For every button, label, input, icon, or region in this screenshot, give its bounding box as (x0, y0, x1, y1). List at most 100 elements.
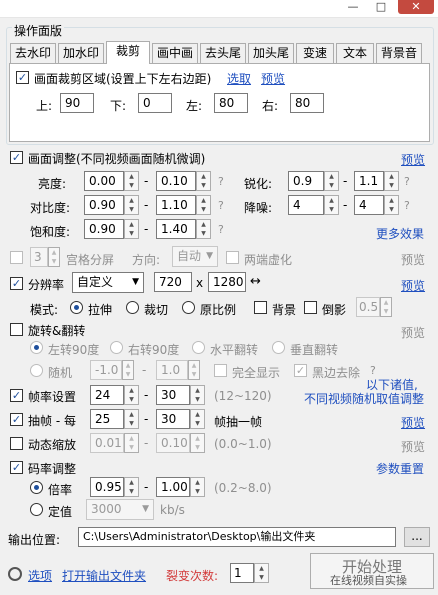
crop-select-link[interactable]: 选取 (227, 70, 251, 87)
help-icon[interactable]: ? (218, 223, 224, 236)
crop-preview-link[interactable]: 预览 (261, 70, 285, 87)
reflection-input[interactable]: 0.5 (356, 297, 380, 317)
gear-icon[interactable] (8, 567, 22, 581)
zoom-preview-link[interactable]: 预览 (401, 438, 425, 455)
reflection-spinner[interactable]: ▲ ▼ (380, 297, 392, 317)
brightness-min-spinner[interactable]: ▲ ▼ (124, 171, 139, 191)
split-count-spinner[interactable]: ▲ ▼ (254, 563, 269, 583)
frame-drop-max-input[interactable]: 30 (156, 409, 190, 429)
contrast-max-spinner[interactable]: ▲ ▼ (196, 195, 211, 215)
maximize-button[interactable]: □ (368, 0, 394, 14)
browse-button[interactable]: ... (404, 527, 430, 547)
crop-left-input[interactable]: 80 (214, 93, 248, 113)
tab-crop[interactable]: 裁剪 (106, 41, 150, 64)
tab-add-watermark[interactable]: 加水印 (58, 43, 104, 63)
tab-speed[interactable]: 变速 (296, 43, 334, 63)
random-max-input[interactable]: 1.0 (156, 360, 188, 380)
tab-picture-in-picture[interactable]: 画中画 (152, 43, 198, 63)
saturation-max-spinner[interactable]: ▲ ▼ (196, 219, 211, 239)
tab-background-music[interactable]: 背景音 (376, 43, 422, 63)
fps-min-spinner[interactable]: ▲ ▼ (124, 385, 139, 405)
options-link[interactable]: 选项 (28, 567, 52, 584)
split-count-input[interactable]: 1 (230, 563, 254, 583)
sharpen-min-spinner[interactable]: ▲ ▼ (324, 171, 339, 191)
crop-checkbox[interactable]: ✓ (16, 71, 29, 84)
black-edge-checkbox[interactable]: ✓ (294, 364, 307, 377)
crop-radio[interactable] (126, 301, 139, 314)
resolution-mode-select[interactable]: 自定义 ▼ (72, 272, 144, 293)
zoom-min-spinner[interactable]: ▲ ▼ (124, 433, 139, 453)
contrast-min-input[interactable]: 0.90 (84, 195, 124, 215)
grid-count-input[interactable]: 3 (30, 247, 48, 267)
frame-drop-min-spinner[interactable]: ▲ ▼ (124, 409, 139, 429)
rotate-checkbox[interactable] (10, 323, 23, 336)
bitrate-max-spinner[interactable]: ▲ ▼ (190, 477, 205, 497)
background-checkbox[interactable] (254, 301, 267, 314)
adjust-preview-link[interactable]: 预览 (401, 151, 425, 168)
tab-remove-watermark[interactable]: 去水印 (10, 43, 56, 63)
tab-add-head-tail[interactable]: 加头尾 (248, 43, 294, 63)
denoise-max-spinner[interactable]: ▲ ▼ (384, 195, 399, 215)
fps-checkbox[interactable]: ✓ (10, 389, 23, 402)
zoom-max-spinner[interactable]: ▲ ▼ (190, 433, 205, 453)
crop-bottom-input[interactable]: 0 (138, 93, 172, 113)
crop-right-input[interactable]: 80 (290, 93, 324, 113)
random-min-input[interactable]: -1.0 (90, 360, 122, 380)
reflection-checkbox[interactable] (304, 301, 317, 314)
denoise-max-input[interactable]: 4 (354, 195, 384, 215)
grid-checkbox[interactable] (10, 251, 23, 264)
swap-icon[interactable]: ↔ (250, 274, 261, 289)
bitrate-min-spinner[interactable]: ▲ ▼ (124, 477, 139, 497)
frame-drop-checkbox[interactable]: ✓ (10, 413, 23, 426)
frame-drop-min-input[interactable]: 25 (90, 409, 124, 429)
bitrate-multiplier-radio[interactable] (30, 481, 43, 494)
sharpen-max-input[interactable]: 1.1 (354, 171, 384, 191)
grid-count-spinner[interactable]: ▲ ▼ (48, 247, 60, 267)
help-icon[interactable]: ? (404, 199, 410, 212)
stretch-radio[interactable] (70, 301, 83, 314)
ratio-radio[interactable] (182, 301, 195, 314)
brightness-max-spinner[interactable]: ▲ ▼ (196, 171, 211, 191)
bitrate-checkbox[interactable]: ✓ (10, 461, 23, 474)
bitrate-min-input[interactable]: 0.95 (90, 477, 124, 497)
resolution-preview-link[interactable]: 预览 (401, 277, 425, 294)
help-icon[interactable]: ? (218, 175, 224, 188)
brightness-min-input[interactable]: 0.00 (84, 171, 124, 191)
more-effects-link[interactable]: 更多效果 (376, 225, 424, 242)
grid-direction-select[interactable]: 自动 ▼ (172, 246, 218, 267)
random-radio[interactable] (30, 364, 43, 377)
hflip-radio[interactable] (192, 341, 205, 354)
fps-min-input[interactable]: 24 (90, 385, 124, 405)
denoise-min-spinner[interactable]: ▲ ▼ (324, 195, 339, 215)
frame-drop-max-spinner[interactable]: ▲ ▼ (190, 409, 205, 429)
help-icon[interactable]: ? (404, 175, 410, 188)
adjust-checkbox[interactable]: ✓ (10, 151, 23, 164)
rotate-left-radio[interactable] (30, 341, 43, 354)
resolution-checkbox[interactable]: ✓ (10, 277, 23, 290)
tab-text[interactable]: 文本 (336, 43, 374, 63)
resolution-height-input[interactable]: 1280 (208, 272, 246, 292)
sharpen-min-input[interactable]: 0.9 (288, 171, 324, 191)
bitrate-max-input[interactable]: 1.00 (156, 477, 190, 497)
help-icon[interactable]: ? (218, 199, 224, 212)
close-button[interactable]: ✕ (398, 0, 434, 14)
saturation-min-spinner[interactable]: ▲ ▼ (124, 219, 139, 239)
rotate-right-radio[interactable] (110, 341, 123, 354)
bitrate-fixed-select[interactable]: 3000 ▼ (86, 499, 154, 520)
zoom-checkbox[interactable] (10, 437, 23, 450)
fps-max-input[interactable]: 30 (156, 385, 190, 405)
reset-params-link[interactable]: 参数重置 (376, 460, 424, 477)
saturation-max-input[interactable]: 1.40 (156, 219, 196, 239)
fps-max-spinner[interactable]: ▲ ▼ (190, 385, 205, 405)
zoom-max-input[interactable]: 0.10 (156, 433, 190, 453)
contrast-min-spinner[interactable]: ▲ ▼ (124, 195, 139, 215)
minimize-button[interactable]: — (340, 0, 366, 14)
random-max-spinner[interactable]: ▲ ▼ (188, 360, 200, 380)
rotate-preview-link[interactable]: 预览 (401, 324, 425, 341)
full-display-checkbox[interactable] (214, 364, 227, 377)
blur-edges-checkbox[interactable] (226, 251, 239, 264)
frame-drop-preview-link[interactable]: 预览 (401, 414, 425, 431)
crop-top-input[interactable]: 90 (60, 93, 94, 113)
vflip-radio[interactable] (272, 341, 285, 354)
tab-trim-head-tail[interactable]: 去头尾 (200, 43, 246, 63)
